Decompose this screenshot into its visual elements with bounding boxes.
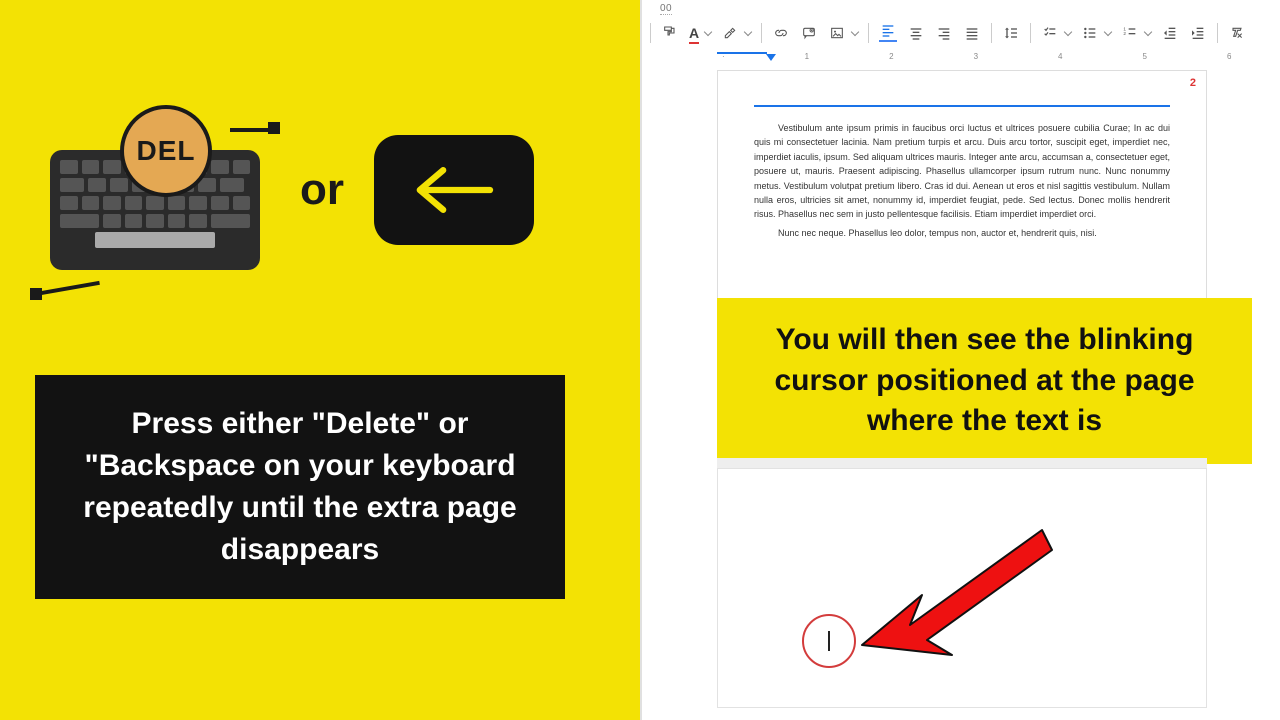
line-spacing-icon[interactable] [1002,24,1020,42]
toolbar-divider [991,23,992,43]
text-cursor-icon [828,631,830,651]
comment-icon[interactable] [800,24,818,42]
chevron-down-icon[interactable] [1144,28,1152,36]
indent-decrease-icon[interactable] [1161,24,1179,42]
icon-row: DEL or [30,100,534,280]
numbered-list-icon[interactable]: 12 [1121,24,1139,42]
link-icon[interactable] [772,24,790,42]
callout-right: You will then see the blinking cursor po… [717,298,1252,464]
cursor-highlight-circle [802,614,856,668]
align-left-icon[interactable] [879,24,897,42]
toolbar-divider [1217,23,1218,43]
checklist-icon[interactable] [1041,24,1059,42]
document-page-1[interactable]: 2 Vestibulum ante ipsum primis in faucib… [717,70,1207,330]
paint-roller-icon[interactable] [661,24,679,42]
or-label: or [300,165,344,215]
text-color-button[interactable]: A [689,25,699,41]
del-badge: DEL [120,105,212,197]
chevron-down-icon[interactable] [1104,28,1112,36]
align-center-icon[interactable] [907,24,925,42]
toolbar-divider [761,23,762,43]
indent-increase-icon[interactable] [1189,24,1207,42]
image-icon[interactable] [828,24,846,42]
zoom-indicator: 00 [660,3,672,15]
toolbar-divider [650,23,651,43]
red-arrow-icon [852,490,1072,670]
document-paragraph: Vestibulum ante ipsum primis in faucibus… [754,121,1170,222]
highlight-icon[interactable] [721,24,739,42]
page-number: 2 [1190,77,1196,89]
keyboard-del-graphic: DEL [30,100,270,280]
svg-text:2: 2 [1123,31,1126,36]
header-rule [754,105,1170,107]
toolbar-divider [868,23,869,43]
docs-toolbar: A 12 [650,18,1246,48]
instruction-left: Press either "Delete" or "Backspace on y… [35,375,565,599]
align-right-icon[interactable] [935,24,953,42]
chevron-down-icon[interactable] [704,28,712,36]
page-gap [717,458,1207,468]
toolbar-divider [1030,23,1031,43]
clear-format-icon[interactable] [1228,24,1246,42]
bullet-list-icon[interactable] [1081,24,1099,42]
chevron-down-icon[interactable] [1064,28,1072,36]
document-paragraph-2: Nunc nec neque. Phasellus leo dolor, tem… [754,226,1170,240]
chevron-down-icon[interactable] [744,28,752,36]
right-panel: 00 A 12 [640,0,1280,720]
chevron-down-icon[interactable] [851,28,859,36]
ruler[interactable]: ·123456 [652,52,1272,64]
arrow-left-icon [409,160,499,220]
backspace-key-icon [374,135,534,245]
align-justify-icon[interactable] [963,24,981,42]
left-panel: DEL or Press either "Delete" or "Backspa… [0,0,640,720]
